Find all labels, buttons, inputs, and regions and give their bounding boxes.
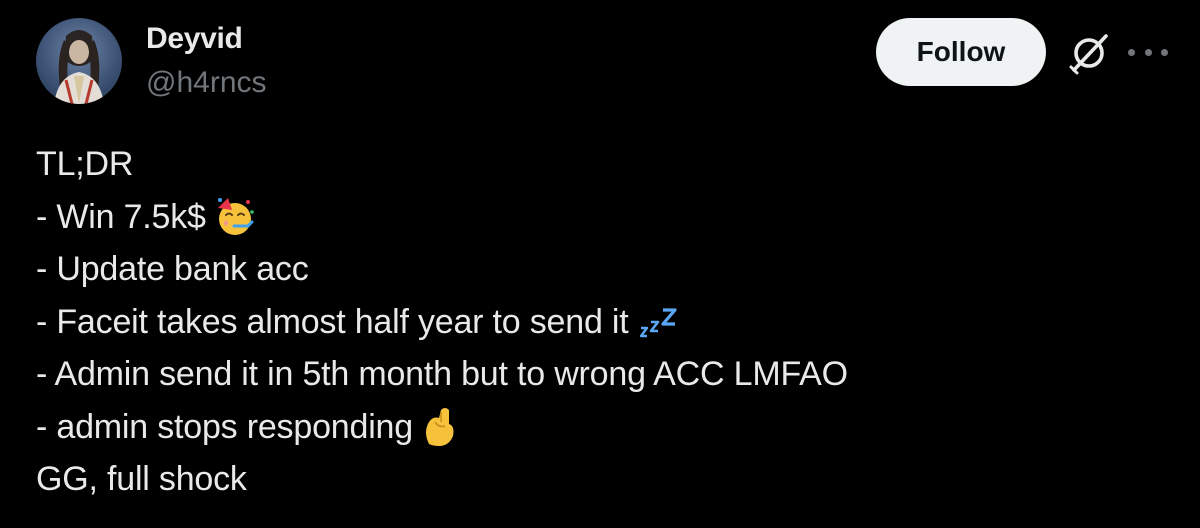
tweet-line-text: - Update bank acc: [36, 250, 309, 288]
dot: [1144, 48, 1152, 56]
tweet-line: - admin stops responding: [36, 401, 1156, 454]
partying-face-emoji-icon: [214, 196, 256, 238]
tweet-line: - Update bank acc: [36, 243, 1156, 296]
tweet-line: TL;DR: [36, 138, 1156, 191]
tweet-card: Deyvid @h4rncs Follow TL;DR - Win 7.5k$: [0, 0, 1200, 528]
tweet-text: TL;DR - Win 7.5k$ - Update bank acc - Fa…: [36, 138, 1156, 506]
author-info: Deyvid @h4rncs: [146, 22, 267, 100]
tweet-line-text: - Win 7.5k$: [36, 197, 206, 236]
profile-avatar-icon: [54, 30, 104, 104]
user-handle[interactable]: @h4rncs: [146, 66, 267, 100]
pinched-fingers-emoji-icon: [421, 406, 459, 448]
grok-icon[interactable]: [1064, 28, 1114, 78]
display-name[interactable]: Deyvid: [146, 22, 267, 56]
more-options-icon[interactable]: [1128, 40, 1168, 64]
tweet-line-text: - Faceit takes almost half year to send …: [36, 302, 629, 341]
follow-button[interactable]: Follow: [876, 18, 1046, 86]
tweet-line: GG, full shock: [36, 453, 1156, 506]
tweet-line-text: TL;DR: [36, 145, 134, 183]
dot: [1161, 48, 1168, 56]
dot: [1128, 48, 1135, 56]
tweet-line-text: - admin stops responding: [36, 407, 413, 446]
avatar[interactable]: [36, 18, 122, 104]
tweet-line-text: GG, full shock: [36, 460, 247, 498]
tweet-line: - Admin send it in 5th month but to wron…: [36, 348, 1156, 401]
tweet-line: - Win 7.5k$: [36, 191, 1156, 244]
tweet-line-text: - Admin send it in 5th month but to wron…: [36, 355, 848, 393]
zzz-emoji-icon: [637, 304, 681, 340]
tweet-line: - Faceit takes almost half year to send …: [36, 296, 1156, 349]
